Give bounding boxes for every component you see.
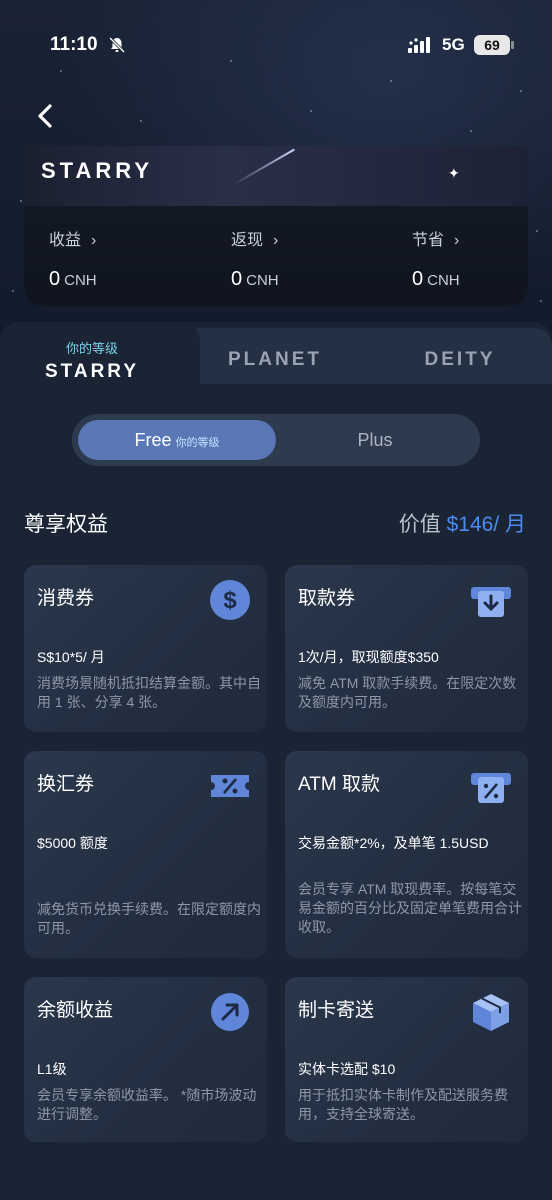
benefit-card-withdrawal-voucher[interactable]: 取款券 1次/月，取现额度$350 减免 ATM 取款手续费。在限定次数及额度内… [285,565,528,732]
brand-logo: STARRY [41,158,153,183]
benefit-title: 消费券 [37,588,95,609]
tier-tab-planet[interactable]: PLANET [205,349,345,371]
benefit-main: L1级 [37,1061,67,1077]
plan-free-label: Free [134,430,172,450]
benefit-title: ATM 取款 [298,774,380,795]
network-type: 5G [442,35,465,54]
membership-summary-card: ✦ STARRY 收益 › 0 CNH 返现 › 0 CNH 节省 › 0 CNH [24,146,528,306]
plan-option-plus[interactable]: Plus [276,420,474,460]
benefit-card-balance-yield[interactable]: 余额收益 L1级 会员专享余额收益率。 *随市场波动进行调整。 [24,977,267,1142]
stat-cashback[interactable]: 返现 › 0 CNH [231,226,279,291]
stat-savings[interactable]: 节省 › 0 CNH [412,226,460,291]
benefit-card-exchange-voucher[interactable]: 换汇券 $5000 额度 减免货币兑换手续费。在限定额度内可用。 [24,751,267,958]
svg-text:$: $ [223,587,237,614]
tier-name: DEITY [424,349,496,370]
chevron-right-icon: › [273,232,279,249]
stat-label: 收益 [49,232,82,249]
battery-tip [511,41,514,49]
benefit-desc: 消费场景随机抵扣结算金额。其中自用 1 张、分享 4 张。 [37,675,261,710]
sparkle-icon: ✦ [448,165,460,181]
benefit-desc: 会员专享余额收益率。 *随市场波动进行调整。 [37,1087,257,1122]
atm-withdraw-icon [471,587,511,617]
stat-earnings[interactable]: 收益 › 0 CNH [49,226,97,291]
benefit-desc: 减免货币兑换手续费。在限定额度内可用。 [37,901,261,936]
value-amount: $146/ 月 [446,513,526,536]
card-banner: ✦ STARRY [24,146,528,206]
benefit-card-spending-voucher[interactable]: 消费券 $ S$10*5/ 月 消费场景随机抵扣结算金额。其中自用 1 张、分享… [24,565,267,732]
bell-muted-icon [108,36,126,54]
battery-indicator: 69 [474,35,510,55]
benefit-card-card-delivery[interactable]: 制卡寄送 实体卡选配 $10 用于抵扣实体卡制作及配送服务费用，支持全球寄送。 [285,977,528,1142]
plan-toggle: Free 你的等级 Plus [72,414,480,466]
exchange-ticket-icon [211,775,249,797]
stat-value: 0 [231,268,243,290]
benefit-desc: 会员专享 ATM 取现费率。按每笔交易金额的百分比及固定单笔费用合计收取。 [298,881,522,935]
benefit-main: 实体卡选配 $10 [298,1061,396,1077]
package-box-icon [473,994,509,1031]
tier-tab-starry[interactable]: 你的等级 STARRY [22,338,162,383]
benefit-desc: 用于抵扣实体卡制作及配送服务费用，支持全球寄送。 [298,1087,508,1122]
benefit-desc: 减免 ATM 取款手续费。在限定次数及额度内可用。 [298,675,517,710]
atm-percent-icon [471,773,511,803]
benefit-title: 余额收益 [37,1000,114,1021]
status-time: 11:10 [50,34,98,55]
stat-unit: CNH [64,272,97,289]
stat-value: 0 [412,268,424,290]
signal-icon [408,37,430,53]
tier-name: PLANET [228,349,322,370]
tier-name: STARRY [45,361,139,382]
back-button[interactable] [28,98,64,134]
stat-value: 0 [49,268,61,290]
tier-tab-deity[interactable]: DEITY [390,349,530,371]
stat-label: 节省 [412,232,445,249]
status-bar: 11:10 5G 69 [0,0,552,90]
current-tier-label: 你的等级 [65,341,118,356]
benefit-main: $5000 额度 [37,835,108,851]
benefits-title: 尊享权益 [24,513,108,536]
stat-unit: CNH [246,272,279,289]
value-label: 价值 [398,513,441,536]
benefit-title: 制卡寄送 [298,1000,375,1021]
stat-unit: CNH [427,272,460,289]
benefits-total-value: 价值 $146/ 月 [399,508,526,538]
chevron-right-icon: › [91,232,97,249]
benefit-title: 取款券 [298,588,356,609]
benefit-main: 交易金额*2%，及单笔 1.5USD [298,835,489,851]
arrow-up-right-icon [211,993,249,1031]
benefit-main: S$10*5/ 月 [37,649,105,665]
plan-option-free[interactable]: Free 你的等级 [78,420,276,460]
current-plan-badge: 你的等级 [175,437,220,449]
benefit-card-atm-withdrawal[interactable]: ATM 取款 交易金额*2%，及单笔 1.5USD 会员专享 ATM 取现费率。… [285,751,528,958]
shooting-star-decoration [233,148,295,186]
benefit-title: 换汇券 [37,774,95,795]
stat-label: 返现 [231,232,264,249]
plan-plus-label: Plus [357,430,393,450]
dollar-coin-icon: $ [210,580,250,620]
benefit-main: 1次/月，取现额度$350 [298,649,439,665]
chevron-right-icon: › [454,232,460,249]
